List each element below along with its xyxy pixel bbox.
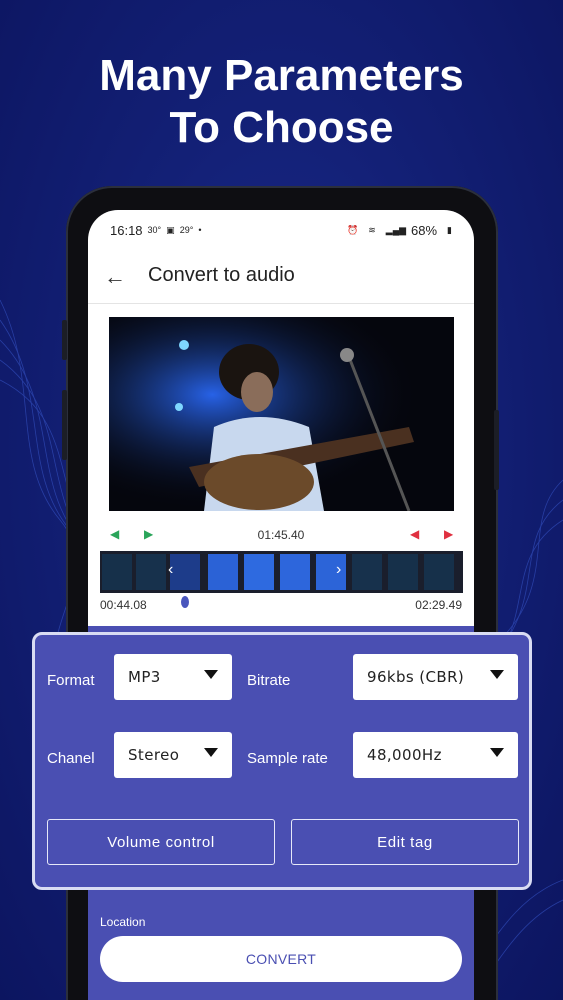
- status-time: 16:18: [110, 222, 143, 238]
- bitrate-label: Bitrate: [247, 672, 291, 689]
- concert-image: [109, 317, 454, 511]
- page-title: Convert to audio: [148, 264, 295, 286]
- edit-tag-button[interactable]: Edit tag: [291, 819, 519, 865]
- alarm-icon: ⏰: [347, 224, 359, 235]
- image-icon: ▣: [166, 224, 175, 235]
- signal-icon: ▂▄▆: [385, 224, 407, 235]
- volume-control-button[interactable]: Volume control: [47, 819, 275, 865]
- thumbnail: [136, 554, 166, 590]
- caret-down-icon: [204, 670, 218, 679]
- thumbnail: [316, 554, 346, 590]
- thumbnail: [170, 554, 200, 590]
- channel-label: Chanel: [47, 750, 95, 767]
- headline-line-2: To Choose: [169, 103, 394, 152]
- channel-value: Stereo: [128, 746, 180, 764]
- thumbnail: [424, 554, 454, 590]
- thumbnail: [244, 554, 274, 590]
- sample-rate-label: Sample rate: [247, 750, 328, 767]
- convert-button[interactable]: CONVERT: [100, 936, 462, 982]
- format-select[interactable]: MP3: [114, 654, 232, 700]
- caret-down-icon: [204, 748, 218, 757]
- video-preview[interactable]: [109, 317, 454, 511]
- chevron-right-icon[interactable]: ›: [336, 561, 341, 579]
- playhead-handle[interactable]: [181, 596, 189, 608]
- thumbnail: [388, 554, 418, 590]
- chevron-left-icon[interactable]: ‹: [168, 561, 173, 579]
- app-bar: ← Convert to audio: [88, 250, 474, 304]
- caret-down-icon: [490, 670, 504, 679]
- location-label: Location: [100, 915, 146, 929]
- battery-level: 68%: [411, 222, 438, 238]
- bitrate-select[interactable]: 96kbs (CBR): [353, 654, 518, 700]
- parameters-card: Format MP3 Bitrate 96kbs (CBR) Chanel St…: [32, 632, 532, 890]
- status-temp: 30°: [147, 225, 162, 235]
- phone-side-button: [62, 390, 67, 460]
- phone-side-button: [494, 410, 499, 490]
- thumbnail: [352, 554, 382, 590]
- phone-side-button: [62, 320, 67, 360]
- bitrate-value: 96kbs (CBR): [367, 668, 465, 686]
- trim-end-left-arrow-icon[interactable]: ◀: [410, 527, 419, 541]
- channel-select[interactable]: Stereo: [114, 732, 232, 778]
- battery-icon: ▮: [447, 224, 452, 235]
- caret-down-icon: [490, 748, 504, 757]
- end-time: 02:29.49: [415, 598, 462, 612]
- sample-rate-select[interactable]: 48,000Hz: [353, 732, 518, 778]
- arrow-left-icon[interactable]: ←: [104, 264, 126, 290]
- format-label: Format: [47, 672, 95, 689]
- thumbnail: [102, 554, 132, 590]
- thumbnail: [280, 554, 310, 590]
- sample-rate-value: 48,000Hz: [367, 746, 442, 764]
- status-bar: 16:18 30° ▣ 29° • ⏰ ≋ ▂▄▆ 68% ▮: [110, 222, 452, 238]
- wifi-icon: ≋: [368, 224, 376, 235]
- headline: Many Parameters To Choose: [0, 50, 563, 154]
- start-time: 00:44.08: [100, 598, 147, 612]
- thumbnail: [208, 554, 238, 590]
- status-temp-2: 29°: [179, 225, 194, 235]
- trim-end-right-arrow-icon[interactable]: ▶: [444, 527, 453, 541]
- headline-line-1: Many Parameters: [99, 51, 464, 100]
- dot-icon: •: [198, 225, 202, 235]
- timeline-strip[interactable]: ‹ ›: [100, 551, 463, 593]
- format-value: MP3: [128, 668, 161, 686]
